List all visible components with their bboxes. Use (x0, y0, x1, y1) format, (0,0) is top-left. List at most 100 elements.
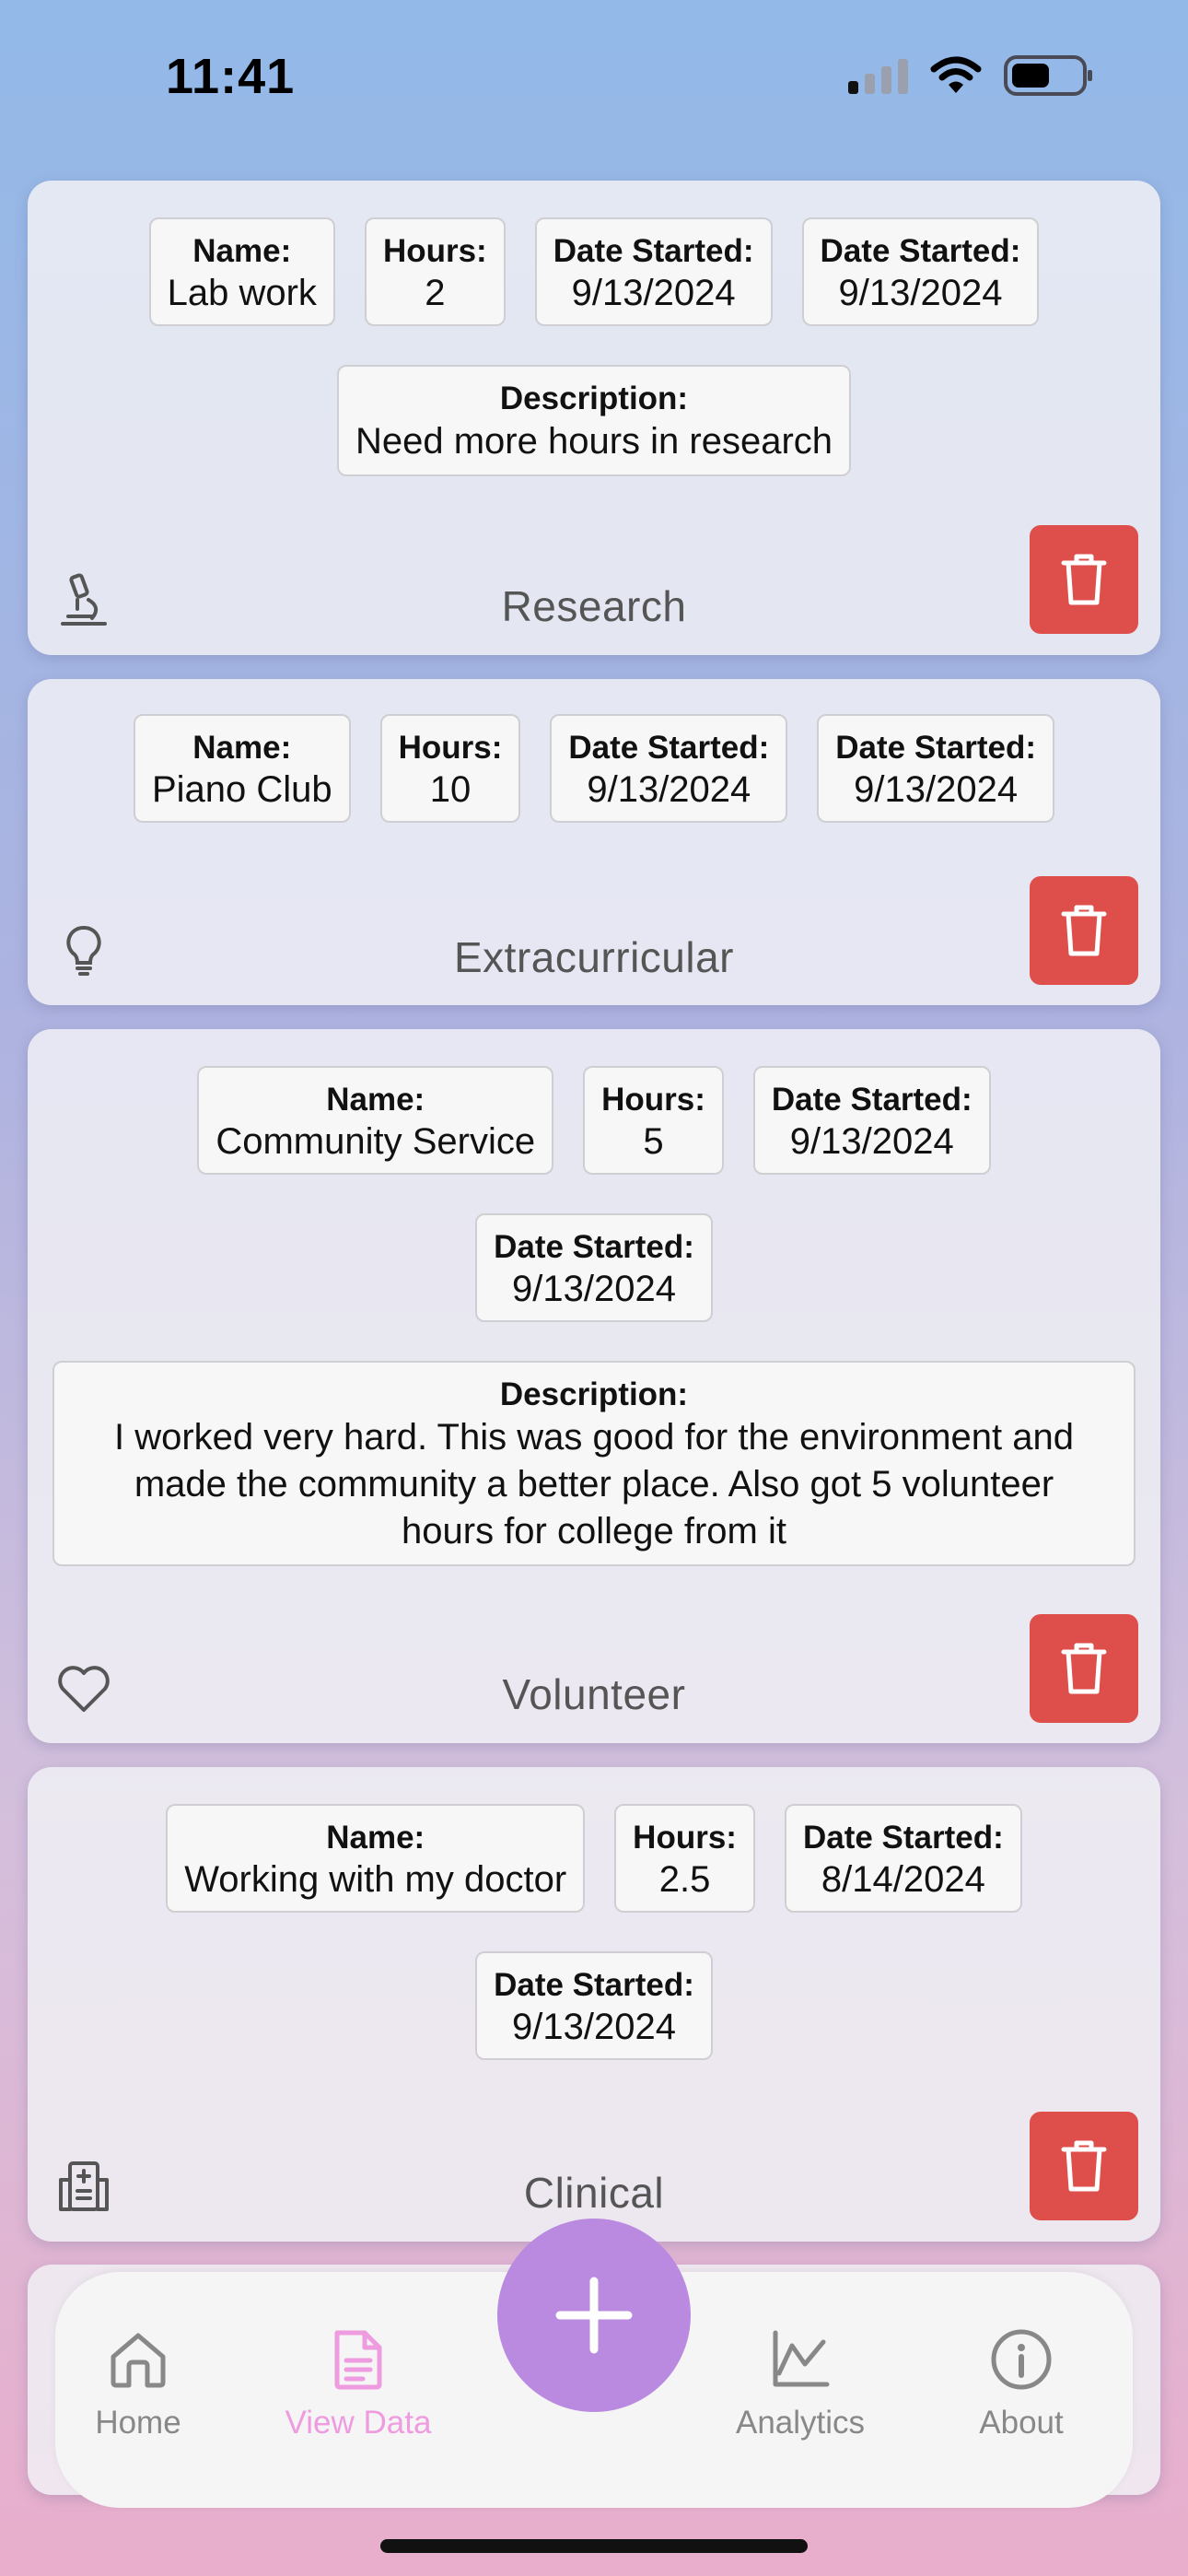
name-field: Name: Piano Club (133, 714, 351, 823)
description-row: Description: I worked very hard. This wa… (52, 1361, 1136, 1566)
tab-home[interactable]: Home (55, 2327, 221, 2441)
field-value: 9/13/2024 (854, 769, 1019, 810)
description-row: Description: Need more hours in research (28, 365, 1160, 476)
info-icon (991, 2329, 1052, 2390)
field-label: Date Started: (553, 233, 754, 269)
trash-icon (1061, 905, 1107, 956)
entry-card: Name: Community Service Hours: 5 Date St… (28, 1029, 1160, 1743)
entry-fields-row-2: Date Started: 9/13/2024 (28, 1951, 1160, 2060)
name-field: Name: Lab work (148, 217, 335, 326)
name-field: Name: Working with my doctor (166, 1804, 586, 1913)
entry-fields: Name: Lab work Hours: 2 Date Started: 9/… (28, 217, 1160, 326)
delete-button[interactable] (1030, 876, 1138, 985)
field-value: Community Service (215, 1121, 536, 1162)
date-started-field: Date Started: 9/13/2024 (801, 217, 1040, 326)
category-label: Extracurricular (453, 933, 734, 981)
entry-card: Name: Lab work Hours: 2 Date Started: 9/… (28, 181, 1160, 655)
description-line: made the community a better place. Also … (134, 1464, 1054, 1505)
date-started-field: Date Started: 9/13/2024 (475, 1213, 713, 1322)
field-label: Description: (499, 1376, 689, 1412)
home-icon (111, 2333, 166, 2388)
hours-field: Hours: 10 (379, 714, 521, 823)
field-value: 9/13/2024 (838, 273, 1003, 313)
field-value: Need more hours in research (355, 421, 833, 462)
field-label: Hours: (633, 1820, 737, 1856)
field-value: Piano Club (151, 769, 332, 810)
tab-label: About (979, 2405, 1064, 2441)
trash-icon (1061, 1643, 1107, 1694)
field-label: Name: (326, 1082, 425, 1118)
date-started-field: Date Started: 9/13/2024 (534, 217, 773, 326)
field-label: Date Started: (835, 730, 1037, 766)
tab-about[interactable]: About (938, 2327, 1104, 2441)
entry-fields-row-2: Date Started: 9/13/2024 (28, 1213, 1160, 1322)
field-label: Date Started: (771, 1082, 973, 1118)
battery-icon (1004, 55, 1092, 96)
status-time: 11:41 (166, 49, 296, 104)
hours-field: Hours: 2 (364, 217, 506, 326)
name-field: Name: Community Service (197, 1066, 554, 1175)
field-value: 9/13/2024 (512, 1269, 676, 1309)
tab-view-data[interactable]: View Data (275, 2327, 441, 2441)
field-value: 9/13/2024 (512, 2007, 676, 2047)
field-label: Date Started: (820, 233, 1021, 269)
field-label: Date Started: (802, 1820, 1004, 1856)
plus-icon (555, 2277, 633, 2354)
field-label: Date Started: (568, 730, 770, 766)
hours-field: Hours: 5 (583, 1066, 724, 1175)
document-icon (334, 2330, 382, 2390)
field-label: Date Started: (494, 1229, 694, 1265)
add-entry-button[interactable] (497, 2219, 691, 2412)
date-started-field: Date Started: 9/13/2024 (475, 1951, 713, 2060)
field-label: Name: (192, 233, 292, 269)
field-value: 9/13/2024 (789, 1121, 954, 1162)
tab-label: Home (95, 2405, 181, 2441)
tab-analytics[interactable]: Analytics (717, 2327, 883, 2441)
field-label: Hours: (398, 730, 503, 766)
field-value: 10 (429, 769, 472, 810)
date-started-field: Date Started: 9/13/2024 (817, 714, 1055, 823)
trash-icon (1061, 2140, 1107, 2192)
description-line: hours for college from it (402, 1511, 786, 1551)
entry-fields: Name: Working with my doctor Hours: 2.5 … (28, 1804, 1160, 1913)
field-label: Date Started: (494, 1967, 694, 2003)
field-label: Name: (326, 1820, 425, 1856)
field-value: Working with my doctor (184, 1859, 567, 1900)
delete-button[interactable] (1030, 1614, 1138, 1723)
field-label: Description: (499, 381, 689, 416)
field-label: Hours: (382, 233, 487, 269)
entry-fields: Name: Piano Club Hours: 10 Date Started:… (28, 714, 1160, 823)
hours-field: Hours: 2.5 (614, 1804, 755, 1913)
entry-card: Name: Piano Club Hours: 10 Date Started:… (28, 679, 1160, 1005)
trash-icon (1061, 554, 1107, 605)
field-value: 2.5 (658, 1859, 711, 1900)
field-value: 2 (425, 273, 446, 313)
field-label: Name: (192, 730, 292, 766)
field-value: Lab work (167, 273, 317, 313)
field-value: 5 (643, 1121, 664, 1162)
description-field: Description: Need more hours in research (336, 365, 852, 476)
date-started-field: Date Started: 9/13/2024 (550, 714, 788, 823)
home-indicator[interactable] (380, 2539, 808, 2553)
wifi-icon (930, 56, 982, 93)
description-line: I worked very hard. This was good for th… (113, 1417, 1075, 1458)
status-bar: 11:41 (0, 0, 1188, 157)
tab-label: Analytics (735, 2405, 866, 2441)
date-started-field: Date Started: 8/14/2024 (784, 1804, 1022, 1913)
category-label: Research (501, 582, 687, 630)
category-label: Volunteer (502, 1670, 686, 1718)
date-started-field: Date Started: 9/13/2024 (752, 1066, 991, 1175)
field-value: 9/13/2024 (571, 273, 736, 313)
chart-icon (773, 2330, 830, 2387)
status-icons (848, 55, 1092, 96)
entry-card: Name: Working with my doctor Hours: 2.5 … (28, 1767, 1160, 2242)
field-value: 9/13/2024 (587, 769, 751, 810)
entry-fields: Name: Community Service Hours: 5 Date St… (28, 1066, 1160, 1175)
field-value: 8/14/2024 (821, 1859, 985, 1900)
cellular-signal-icon (848, 57, 908, 94)
field-label: Hours: (601, 1082, 705, 1118)
category-label: Clinical (523, 2169, 665, 2217)
delete-button[interactable] (1030, 2112, 1138, 2220)
delete-button[interactable] (1030, 525, 1138, 634)
description-field: Description: I worked very hard. This wa… (52, 1361, 1136, 1566)
